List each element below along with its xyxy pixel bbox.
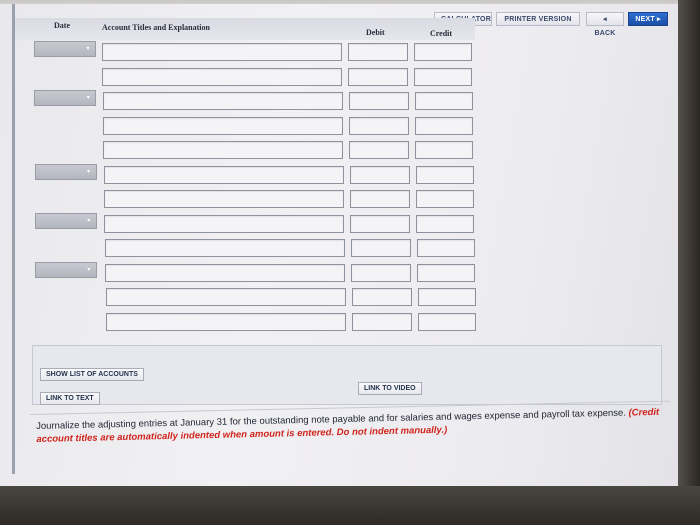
chevron-down-icon: ▾ — [87, 266, 91, 273]
credit-input[interactable] — [416, 239, 475, 257]
account-title-input[interactable] — [104, 239, 345, 257]
account-title-input[interactable] — [104, 214, 345, 233]
table-header — [15, 18, 475, 40]
credit-input[interactable] — [414, 43, 472, 61]
account-title-input[interactable] — [105, 312, 346, 331]
credit-input[interactable] — [415, 141, 474, 159]
printer-version-button[interactable]: PRINTER VERSION — [496, 12, 580, 26]
credit-input[interactable] — [414, 67, 473, 86]
credit-input[interactable] — [415, 165, 474, 184]
credit-input[interactable] — [414, 92, 473, 110]
debit-input[interactable] — [350, 239, 411, 257]
credit-input[interactable] — [416, 214, 475, 233]
account-title-input[interactable] — [103, 116, 344, 135]
account-title-input[interactable] — [104, 190, 345, 208]
debit-input[interactable] — [349, 116, 410, 135]
back-button[interactable]: ◂ BACK — [586, 12, 624, 37]
show-list-of-accounts-button[interactable]: SHOW LIST OF ACCOUNTS — [40, 368, 144, 381]
debit-input[interactable] — [348, 92, 409, 110]
chevron-down-icon: ▾ — [86, 95, 90, 101]
debit-input[interactable] — [350, 214, 411, 233]
next-button[interactable]: NEXT ▸ — [628, 12, 668, 26]
account-title-input[interactable] — [105, 288, 346, 306]
debit-input[interactable] — [351, 263, 412, 282]
debit-input[interactable] — [351, 312, 412, 331]
account-title-input[interactable] — [105, 263, 346, 282]
credit-column-header: Credit — [430, 29, 453, 38]
debit-column-header: Debit — [366, 28, 385, 37]
date-select[interactable]: ▾ — [34, 41, 96, 57]
account-column-header: Account Titles and Explanation — [102, 23, 210, 32]
chevron-down-icon: ▾ — [87, 168, 91, 175]
left-border — [12, 4, 15, 474]
link-to-video-button[interactable]: LINK TO VIDEO — [358, 382, 422, 395]
account-title-input[interactable] — [102, 92, 343, 110]
debit-input[interactable] — [348, 43, 408, 61]
debit-input[interactable] — [350, 190, 411, 208]
date-select[interactable]: ▾ — [34, 261, 97, 278]
credit-input[interactable] — [417, 312, 476, 331]
debit-input[interactable] — [349, 141, 410, 159]
account-title-input[interactable] — [102, 67, 343, 86]
credit-input[interactable] — [417, 288, 476, 306]
monitor-bezel-bottom — [0, 486, 700, 525]
debit-input[interactable] — [348, 67, 409, 86]
chevron-down-icon: ▾ — [87, 217, 91, 224]
date-column-header: Date — [54, 21, 70, 30]
link-to-text-button[interactable]: LINK TO TEXT — [40, 392, 100, 405]
chevron-down-icon: ▾ — [86, 46, 90, 52]
date-select[interactable]: ▾ — [34, 212, 97, 229]
debit-input[interactable] — [351, 288, 412, 306]
account-title-input[interactable] — [102, 43, 342, 61]
credit-input[interactable] — [415, 116, 474, 135]
account-title-input[interactable] — [103, 165, 344, 184]
date-select[interactable]: ▾ — [34, 90, 97, 106]
date-select[interactable]: ▾ — [34, 163, 97, 180]
account-title-input[interactable] — [103, 141, 344, 159]
debit-input[interactable] — [349, 165, 410, 184]
credit-input[interactable] — [417, 263, 476, 282]
credit-input[interactable] — [416, 190, 475, 208]
monitor-bezel-right — [678, 0, 700, 525]
